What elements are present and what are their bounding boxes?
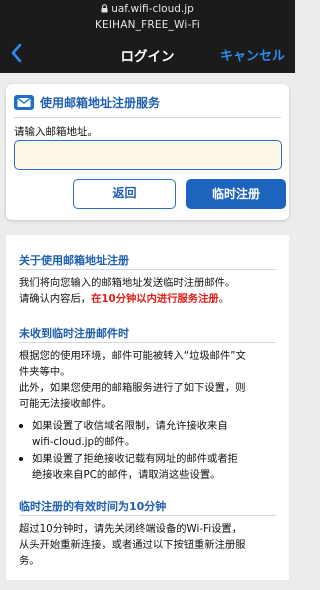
card-title: 使用邮箱地址注册服务 <box>40 96 161 110</box>
cancel-button[interactable]: キャンセル <box>220 45 285 64</box>
url-line: uaf.wifi-cloud.jp <box>0 3 295 16</box>
validity-line-1: 超过10分钟时，请先关闭终端设备的Wi-Fi设置， <box>19 523 243 535</box>
bullet-icon <box>19 424 23 428</box>
time-limit-emphasis: 在10分钟以内进行服务注册 <box>91 293 219 305</box>
not-received-line-1: 根据您的使用环境，邮件可能被转入“垃圾邮件”文 <box>19 350 246 362</box>
info-card: 关于使用邮箱地址注册 我们将向您输入的邮箱地址发送临时注册邮件。 请确认内容后，… <box>6 235 289 580</box>
email-label: 请输入邮箱地址。 <box>14 126 98 138</box>
section-heading-validity: 临时注册的有效时间为10分钟 <box>19 500 167 513</box>
ssid-label: KEIHAN_FREE_Wi-Fi <box>94 19 201 31</box>
section-divider <box>19 515 276 516</box>
not-received-line-2: 件夹等中。 <box>19 366 71 378</box>
about-line-2-suffix: 。 <box>218 293 229 305</box>
list-item-line-1: 如果设置了拒绝接收记载有网址的邮件或者拒 <box>32 453 238 465</box>
section-heading-not-received: 未收到临时注册邮件时 <box>19 327 129 340</box>
lock-icon <box>101 4 108 16</box>
mail-icon <box>14 95 34 110</box>
validity-line-2: 从头开始重新连接，或者通过以下按钮重新注册服 <box>19 539 246 551</box>
section-heading-about: 关于使用邮箱地址注册 <box>19 254 129 267</box>
not-received-line-4: 可能无法接收邮件。 <box>19 398 112 410</box>
list-item-line-2: wifi-cloud.jp的邮件。 <box>32 436 136 448</box>
not-received-line-3: 此外，如果您使用的邮箱服务进行了如下设置，则 <box>19 382 246 394</box>
email-register-card: 使用邮箱地址注册服务 请输入邮箱地址。 返回 临时注册 <box>6 84 289 220</box>
card-divider <box>14 117 281 118</box>
temp-register-button[interactable]: 临时注册 <box>186 179 286 209</box>
list-item-line-2: 绝接收来自PC的邮件，请取消这些设置。 <box>32 469 221 481</box>
section-divider <box>19 342 276 343</box>
back-button[interactable]: 返回 <box>73 179 176 209</box>
url-text: uaf.wifi-cloud.jp <box>111 3 194 15</box>
about-line-2: 请确认内容后，在10分钟以内进行服务注册。 <box>19 291 279 308</box>
about-line-1: 我们将向您输入的邮箱地址发送临时注册邮件。 <box>19 277 236 289</box>
card-header: 使用邮箱地址注册服务 <box>14 93 281 115</box>
top-bar: uaf.wifi-cloud.jp KEIHAN_FREE_Wi-Fi ログイン… <box>0 0 295 73</box>
about-line-2-prefix: 请确认内容后， <box>19 293 92 305</box>
section-divider <box>19 269 276 270</box>
bullet-icon <box>19 457 23 461</box>
validity-line-3: 务。 <box>19 555 40 567</box>
list-item-line-1: 如果设置了收信域名限制，请允许接收来自 <box>32 420 228 432</box>
email-input[interactable] <box>14 140 282 170</box>
